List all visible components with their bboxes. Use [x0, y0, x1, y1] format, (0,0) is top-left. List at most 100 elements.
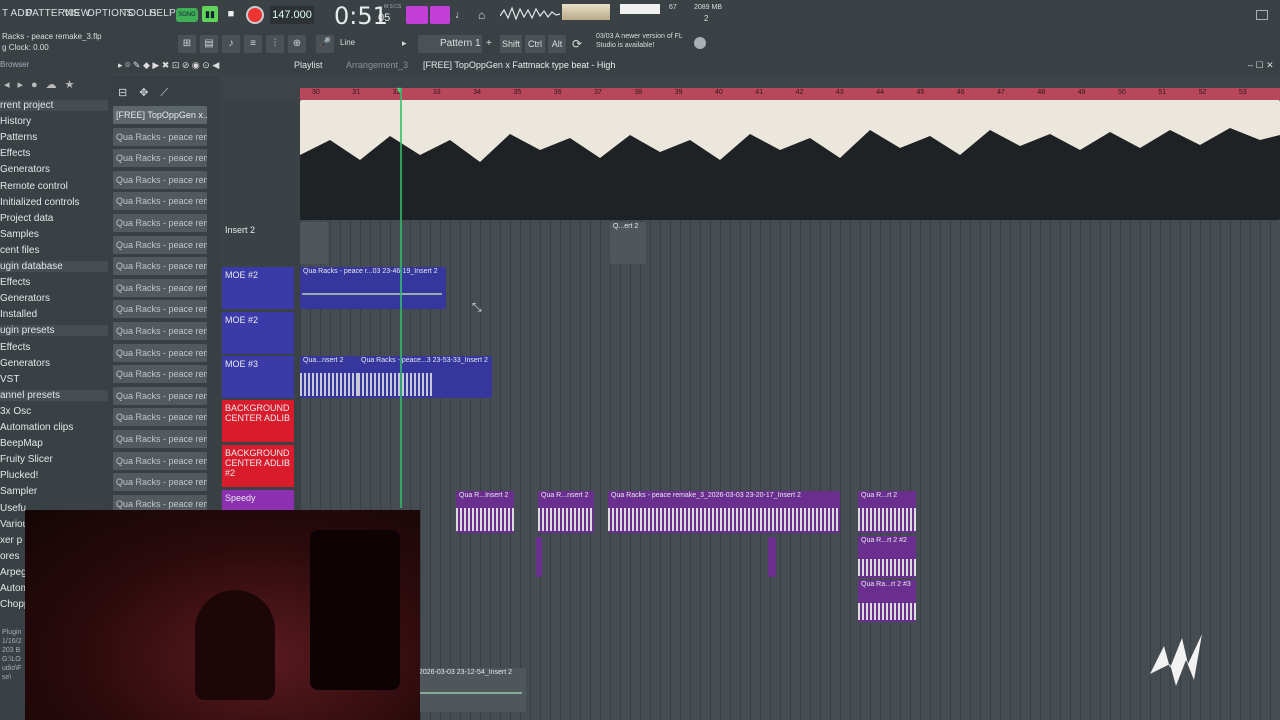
browser-item[interactable]: History [0, 116, 31, 127]
news-settings-icon[interactable] [694, 37, 706, 49]
browser-item[interactable]: Sampler [0, 486, 37, 497]
channel-button[interactable]: Qua Racks - peace remak [113, 149, 207, 168]
browser-item[interactable]: 3x Osc [0, 406, 31, 417]
audio-clip[interactable]: Qua R...Insert 2 [456, 491, 514, 533]
track-header[interactable]: BACKGROUND CENTER ADLIB #2 [222, 445, 294, 487]
audio-clip[interactable]: Qua R...nsert 2 [538, 491, 594, 533]
shift-key-button[interactable]: Shift [500, 35, 522, 53]
browser-section-header[interactable]: ugin presets [0, 325, 108, 337]
browser-item[interactable]: Patterns [0, 132, 37, 143]
pattern-selector[interactable]: Pattern 1 [418, 35, 482, 53]
channel-button[interactable]: Qua Racks - peace remak [113, 300, 207, 319]
alt-key-button[interactable]: Alt [548, 35, 566, 53]
browser-item[interactable]: Samples [0, 229, 39, 240]
channel-button[interactable]: Qua Racks - peace remak [113, 127, 207, 146]
track-header[interactable]: Insert 2 [222, 222, 294, 264]
audio-clip[interactable]: Q...ert 2 [610, 222, 646, 264]
channel-button[interactable]: Qua Racks - peace remak [113, 430, 207, 448]
channel-button[interactable]: Qua Racks - peace remak [113, 386, 207, 405]
song-mode-toggle[interactable]: SONG [176, 8, 198, 22]
audio-clip[interactable]: Qua Racks - peace r...03 23-46-19_Insert… [300, 267, 446, 309]
browser-item[interactable]: Effects [0, 277, 30, 288]
audio-clip[interactable] [300, 222, 328, 264]
audio-clip[interactable] [768, 537, 776, 577]
track-header[interactable]: MOE #2 [222, 267, 294, 309]
channel-button[interactable]: Qua Racks - peace remak [113, 192, 207, 211]
audio-clip[interactable]: Qua Racks - peace remake_3_2026-03-03 23… [608, 491, 840, 533]
channel-button[interactable]: Qua Racks - peace remak [113, 257, 207, 276]
browser-item[interactable]: VST [0, 374, 19, 385]
snap-icon[interactable]: ⊞ [178, 35, 196, 53]
channel-button[interactable]: Qua Racks - peace remak [113, 343, 207, 362]
window-restore-icon[interactable] [1256, 10, 1268, 20]
record-button[interactable] [246, 6, 264, 24]
track-header[interactable]: BACKGROUND CENTER ADLIB [222, 400, 294, 442]
mixer-icon[interactable]: ⫶ [266, 35, 284, 53]
playlist-grid[interactable]: Q...ert 2 Qua Racks - peace r...03 23-46… [300, 100, 1280, 720]
audio-clip[interactable]: Qua R...rt 2 [858, 491, 916, 533]
plugin-picker-icon[interactable]: ⊕ [288, 35, 306, 53]
browser-item[interactable]: Installed [0, 309, 37, 320]
audio-clip[interactable] [536, 537, 542, 577]
metronome-icon[interactable]: ♩ [455, 6, 473, 24]
browser-tools[interactable]: ◂▸●☁★ [4, 78, 83, 91]
ctrl-key-button[interactable]: Ctrl [525, 35, 545, 53]
channel-button[interactable]: Qua Racks - peace remak [113, 214, 207, 232]
pattern-mode-icon[interactable] [406, 6, 428, 24]
track-header[interactable]: MOE #3 [222, 356, 294, 398]
channel-tools[interactable]: ⊟✥⟋ [118, 86, 218, 100]
browser-item[interactable]: Arpeg [0, 567, 27, 578]
online-news-icon[interactable]: ⟳ [572, 35, 590, 53]
browser-section-header[interactable]: annel presets [0, 389, 108, 401]
update-notification[interactable]: 03/03 A newer version of FL Studio is av… [596, 32, 691, 50]
arrangement-selector[interactable]: Arrangement_3 [346, 60, 408, 70]
browser-item[interactable]: Variou [0, 519, 28, 530]
channel-button[interactable]: Qua Racks - peace remak [113, 473, 207, 492]
pattern-next-icon[interactable]: ▸ [402, 38, 407, 49]
browser-section-header[interactable]: rrent project [0, 100, 108, 111]
browser-item[interactable]: Usefu [0, 503, 26, 514]
audio-clip[interactable]: 2026-03-03 23-12-54_Insert 2 [416, 668, 526, 712]
browser-item[interactable]: Initialized controls [0, 197, 79, 208]
audio-clip[interactable]: Qua Ra...rt 2 #3 [858, 580, 916, 622]
browser-item[interactable]: Generators [0, 164, 50, 175]
browser-item[interactable]: ores [0, 551, 19, 562]
blend-notes-icon[interactable] [430, 6, 450, 24]
channel-button[interactable]: Qua Racks - peace remak [113, 322, 207, 340]
playlist-tool-icons[interactable]: ▸ ⌾ ✎ ◆ ▶ ✖ ⊡ ⊘ ◉ ⊙ ◀ [118, 60, 219, 71]
browser-item[interactable]: Effects [0, 342, 30, 353]
audio-clip[interactable]: Qua...nsert 2 [300, 356, 358, 398]
menu-help[interactable]: HELP [149, 8, 176, 19]
browser-item[interactable]: Generators [0, 293, 50, 304]
browser-item[interactable]: Plucked! [0, 470, 38, 481]
playhead[interactable] [400, 88, 402, 508]
master-audio-clip[interactable] [300, 100, 1280, 220]
browser-item[interactable]: Fruity Slicer [0, 454, 53, 465]
browser-item[interactable]: BeepMap [0, 438, 43, 449]
microphone-icon[interactable]: 🎤 [316, 35, 334, 53]
channel-button[interactable]: Qua Racks - peace remak [113, 278, 207, 297]
browser-item[interactable]: cent files [0, 245, 39, 256]
browser-item[interactable]: Remote control [0, 181, 68, 192]
browser-item[interactable]: Effects [0, 148, 30, 159]
tempo-display[interactable]: 147.000 [270, 6, 314, 24]
playlist-window-controls[interactable]: – ☐ ✕ [1248, 60, 1274, 71]
channel-button[interactable]: Qua Racks - peace remak [113, 365, 207, 384]
playlist-icon[interactable]: ▤ [200, 35, 218, 53]
add-pattern-icon[interactable]: + [486, 38, 492, 49]
track-header[interactable]: MOE #2 [222, 312, 294, 354]
snap-mode[interactable]: Line [340, 38, 355, 47]
audio-clip[interactable]: Qua R...rt 2 #2 [858, 536, 916, 578]
audio-clip[interactable]: Qua Racks - peace...3 23-53-33_Insert 2 [358, 356, 492, 398]
wait-input-icon[interactable]: ⌂ [478, 6, 496, 24]
browser-item[interactable]: Generators [0, 358, 50, 369]
browser-item[interactable]: xer p [0, 535, 22, 546]
timeline-ruler[interactable]: 30 31 32 33 34 35 36 37 38 39 40 41 42 43 44 45 46 47 48 49… [300, 88, 1280, 100]
channel-button[interactable]: [FREE] TopOppGen x... [113, 106, 207, 124]
channel-button[interactable]: Qua Racks - peace remak [113, 408, 207, 427]
browser-item[interactable]: Project data [0, 213, 53, 224]
browser-item[interactable]: Automation clips [0, 422, 73, 433]
piano-roll-icon[interactable]: ♪ [222, 35, 240, 53]
channel-button[interactable]: Qua Racks - peace remak [113, 235, 207, 254]
channel-button[interactable]: Qua Racks - peace remak [113, 170, 207, 189]
